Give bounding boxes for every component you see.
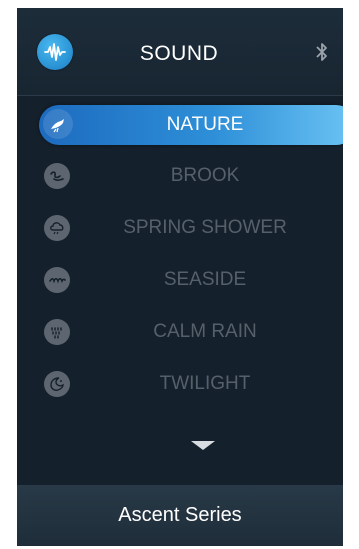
bird-icon	[43, 109, 73, 139]
sound-item-label: CALM RAIN	[153, 321, 257, 342]
sound-wave-icon[interactable]	[37, 34, 73, 70]
bluetooth-icon[interactable]	[313, 40, 331, 64]
sound-item-nature[interactable]: NATURE	[17, 96, 343, 148]
sound-item-label: TWILIGHT	[159, 373, 251, 394]
sound-item-label: BROOK	[170, 165, 240, 186]
footer-bar: Ascent Series	[17, 485, 343, 546]
sound-item-seaside[interactable]: SEASIDE	[17, 252, 343, 304]
page-title: SOUND	[139, 42, 219, 65]
header-bar: SOUND	[17, 8, 343, 96]
chevron-down-icon[interactable]	[191, 441, 215, 450]
sound-item-brook[interactable]: BROOK	[17, 148, 343, 200]
waves-icon	[44, 267, 70, 293]
rain-drops-icon	[44, 319, 70, 345]
sound-item-label: SPRING SHOWER	[123, 217, 287, 238]
sound-screen: SOUND NATURE BROOK SPRING SHOWER SEASIDE…	[17, 8, 343, 546]
sound-item-label: NATURE	[166, 114, 244, 135]
brook-icon	[44, 163, 70, 189]
cloud-rain-icon	[44, 215, 70, 241]
sound-item-label: SEASIDE	[163, 269, 247, 290]
sound-item-spring-shower[interactable]: SPRING SHOWER	[17, 200, 343, 252]
footer-label: Ascent Series	[118, 504, 242, 526]
moon-icon	[44, 371, 70, 397]
sound-item-twilight[interactable]: TWILIGHT	[17, 356, 343, 408]
sound-item-calm-rain[interactable]: CALM RAIN	[17, 304, 343, 356]
